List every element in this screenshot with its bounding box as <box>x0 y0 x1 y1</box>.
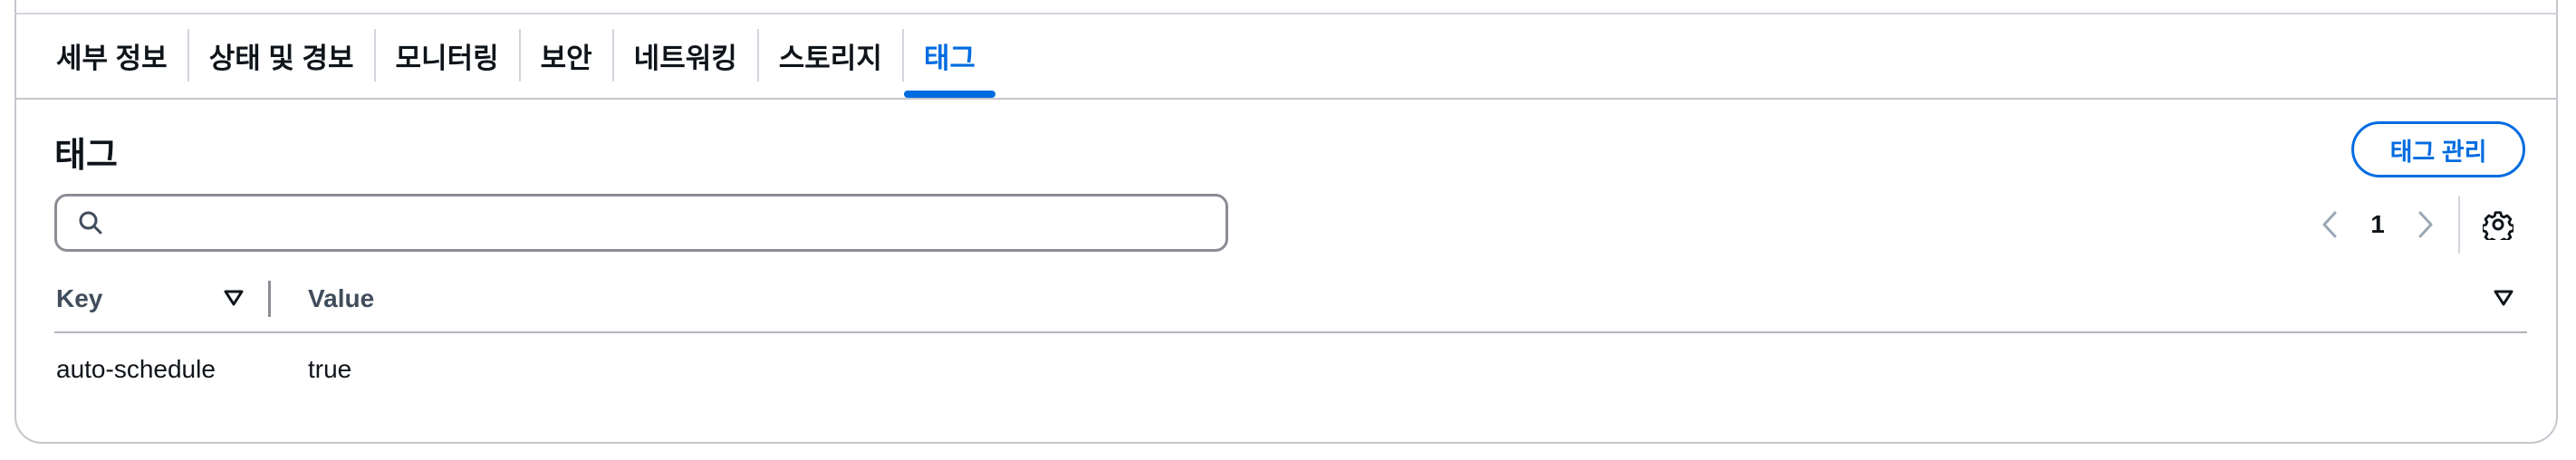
gear-icon <box>2483 211 2514 240</box>
search-icon <box>79 211 102 235</box>
table-cell-value: true <box>308 355 352 383</box>
tab-tags[interactable]: 태그 <box>903 25 995 98</box>
chevron-left-icon <box>2322 211 2337 238</box>
tab-label: 태그 <box>923 42 976 74</box>
preferences-button[interactable] <box>2478 199 2518 250</box>
tab-label: 세부 정보 <box>56 42 168 74</box>
column-header-value[interactable]: Value <box>308 284 374 313</box>
tab-label: 보안 <box>540 42 592 74</box>
sort-down-icon[interactable] <box>2493 288 2514 308</box>
tab-networking[interactable]: 네트워킹 <box>614 25 757 85</box>
pagination-separator <box>2458 196 2460 254</box>
tab-status-alarms[interactable]: 상태 및 경보 <box>189 25 374 85</box>
search-box[interactable] <box>54 194 1228 252</box>
pagination: 1 <box>2310 196 2518 254</box>
tab-storage[interactable]: 스토리지 <box>759 25 902 85</box>
chevron-right-icon <box>2418 211 2433 238</box>
tab-bar: 세부 정보 상태 및 경보 모니터링 보안 네트워킹 스토리지 태그 <box>36 25 995 98</box>
tab-label: 스토리지 <box>778 42 882 74</box>
search-input[interactable] <box>117 207 1162 238</box>
column-resizer[interactable] <box>268 281 271 317</box>
tab-bar-divider <box>16 98 2556 100</box>
table-cell-key: auto-schedule <box>56 355 216 383</box>
tab-security[interactable]: 보안 <box>521 25 612 85</box>
tab-label: 상태 및 경보 <box>208 42 354 74</box>
column-header-key[interactable]: Key <box>56 284 102 313</box>
section-title: 태그 <box>54 137 118 175</box>
next-page-button[interactable] <box>2406 199 2446 250</box>
top-divider <box>14 13 2558 14</box>
tab-label: 모니터링 <box>395 42 499 74</box>
tab-details[interactable]: 세부 정보 <box>36 25 187 85</box>
current-page-number[interactable]: 1 <box>2350 210 2406 239</box>
tab-label: 네트워킹 <box>633 42 737 74</box>
previous-page-button[interactable] <box>2310 199 2350 250</box>
tags-panel-container: 세부 정보 상태 및 경보 모니터링 보안 네트워킹 스토리지 태그 태그 태그… <box>0 0 2576 460</box>
manage-tags-button[interactable]: 태그 관리 <box>2351 121 2525 177</box>
table-header-divider <box>54 331 2527 333</box>
sort-down-icon[interactable] <box>223 288 245 308</box>
tab-active-underline <box>903 91 995 98</box>
tab-monitoring[interactable]: 모니터링 <box>376 25 519 85</box>
